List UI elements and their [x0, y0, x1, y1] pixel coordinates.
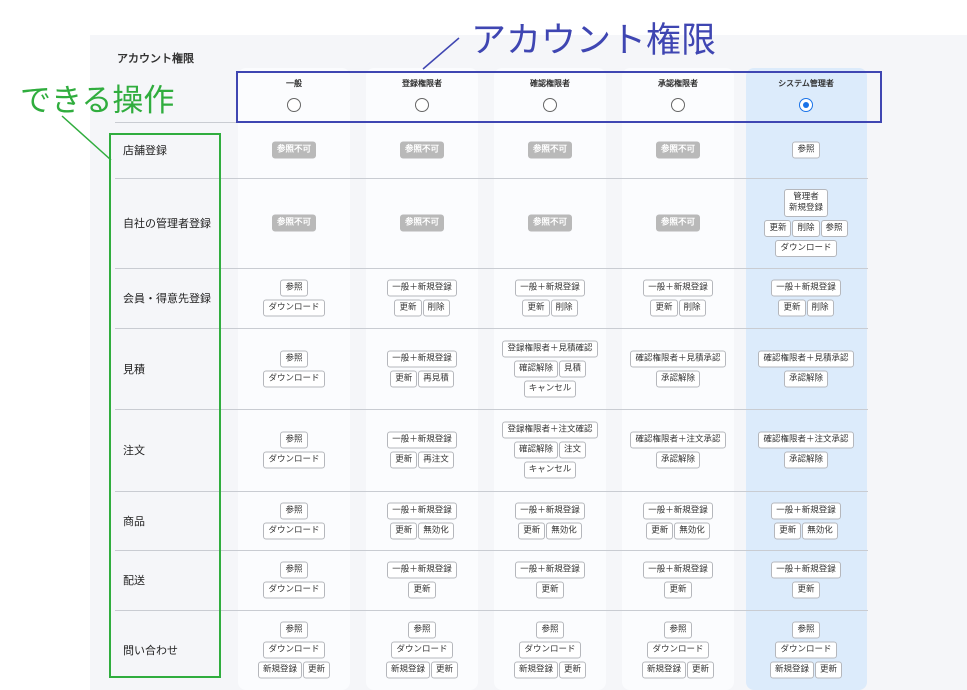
roles-callout-line	[422, 37, 460, 70]
operations-callout-line	[61, 115, 112, 161]
callout-lines	[61, 37, 460, 161]
